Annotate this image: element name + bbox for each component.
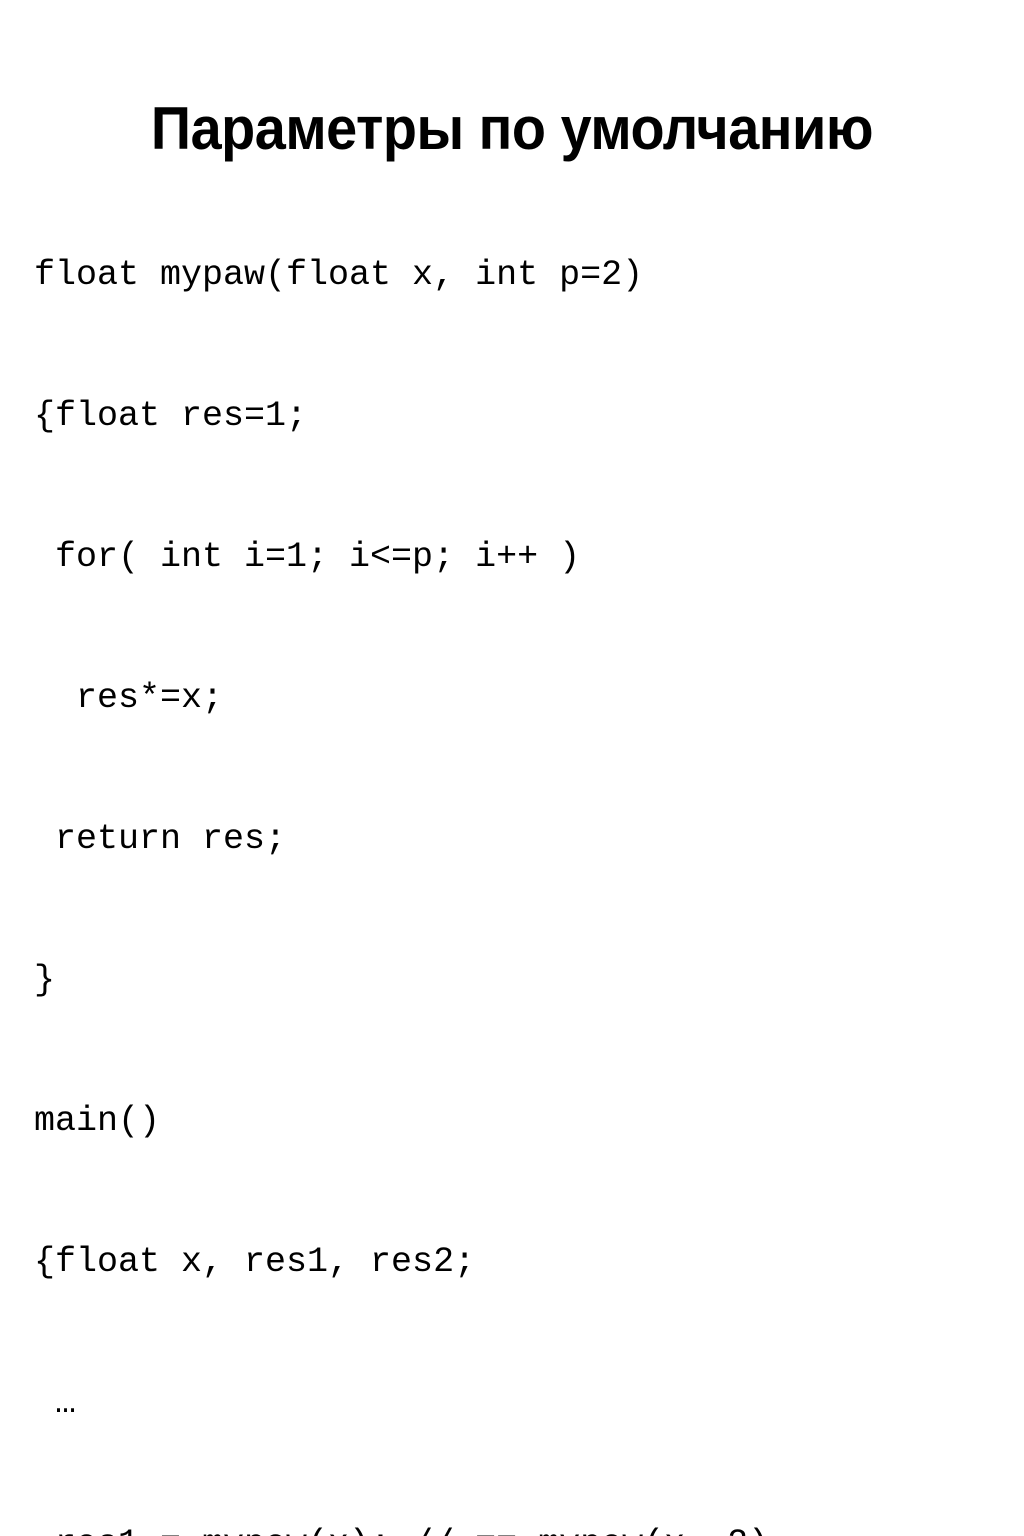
code-line-3: for( int i=1; i<=p; i++ ) [34, 537, 581, 577]
code-line-9: … [34, 1383, 77, 1423]
code-line-8: {float x, res1, res2; [34, 1242, 476, 1282]
slide-canvas: Параметры по умолчанию float mypaw(float… [0, 0, 1024, 1536]
code-line-1: float mypaw(float x, int p=2) [34, 255, 644, 295]
code-line-6: } [34, 960, 56, 1000]
code-line-7: main() [34, 1101, 161, 1141]
code-line-2: {float res=1; [34, 396, 308, 436]
code-line-5: return res; [34, 819, 287, 859]
page-title: Параметры по умолчанию [150, 95, 874, 163]
code-line-4: res*=x; [34, 678, 224, 718]
code-block: float mypaw(float x, int p=2) {float res… [34, 158, 994, 1536]
code-line-10: res1 = mypow(x); // == mypow(x, 2) [34, 1521, 994, 1536]
